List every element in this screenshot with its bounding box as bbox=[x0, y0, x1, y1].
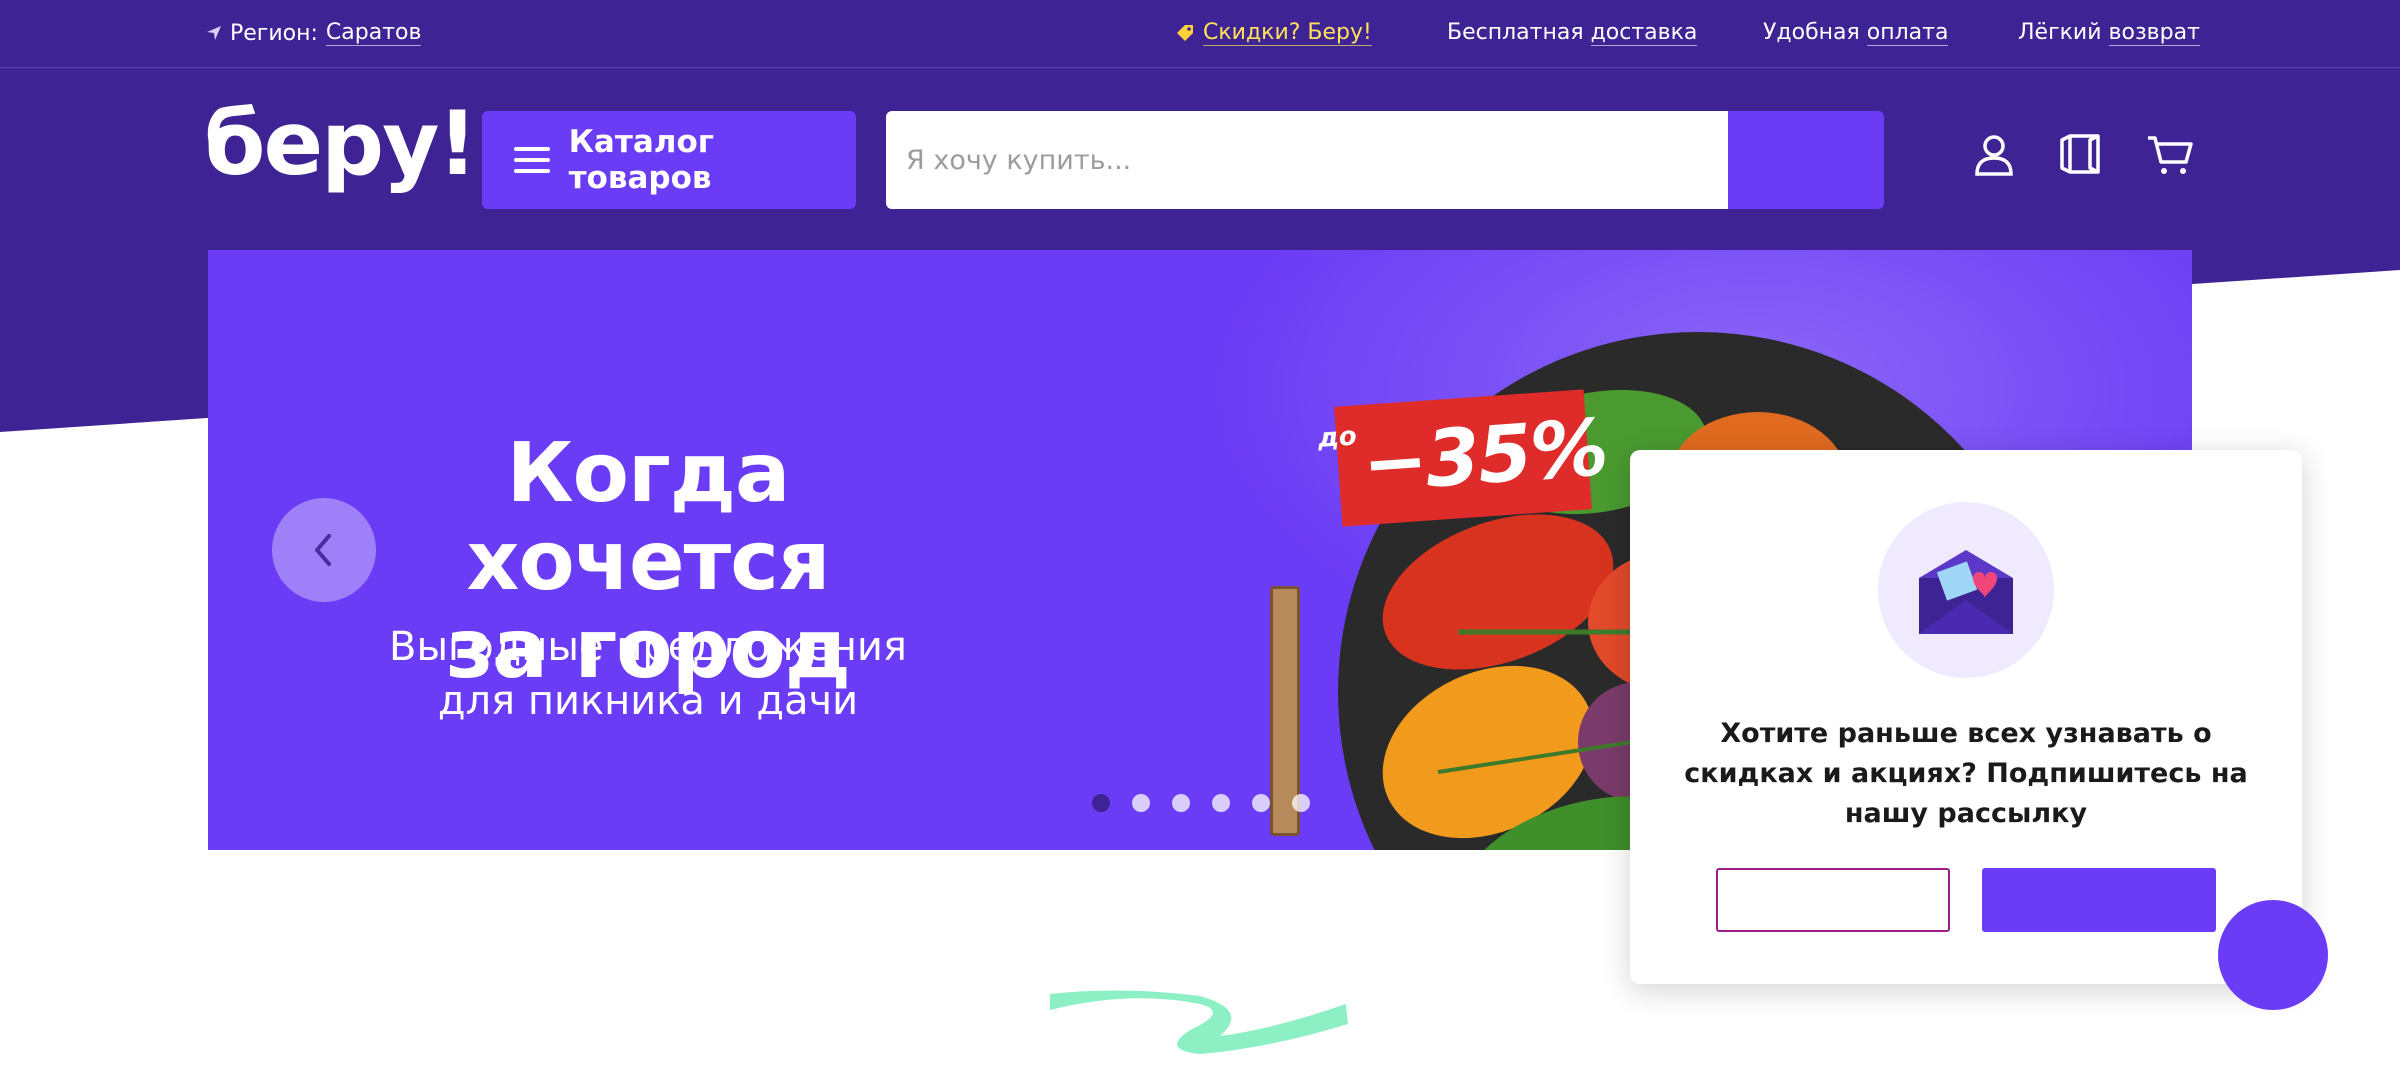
cart-icon[interactable] bbox=[2146, 130, 2194, 178]
banner-subtitle-line-2: для пикника и дачи bbox=[437, 678, 859, 724]
sale-sticker: до −35% bbox=[1317, 389, 1609, 527]
topbar: Регион: Саратов Скидки? Беру! Бесплатная… bbox=[0, 0, 2400, 67]
sale-value: −35% bbox=[1359, 403, 1610, 510]
banner-title-line-1: Когда хочется bbox=[466, 426, 831, 609]
free-delivery-label-a: Бесплатная bbox=[1447, 20, 1584, 45]
free-delivery-link[interactable]: Бесплатная доставка bbox=[1447, 20, 1698, 46]
tag-icon bbox=[1177, 25, 1193, 41]
mint-brush-decoration bbox=[1050, 990, 1348, 1054]
region-city[interactable]: Саратов bbox=[325, 20, 422, 46]
popup-decline-button[interactable] bbox=[1716, 868, 1950, 932]
banner-subtitle-line-1: Выгодные предложения bbox=[389, 624, 907, 670]
envelope-icon bbox=[1919, 550, 2013, 634]
banner-subtitle: Выгодные предложения для пикника и дачи bbox=[328, 620, 968, 728]
payment-label-a: Удобная bbox=[1763, 20, 1860, 45]
banner-dot[interactable] bbox=[1132, 794, 1150, 812]
payment-label-b: оплата bbox=[1866, 20, 1949, 46]
search-button[interactable] bbox=[1728, 111, 1884, 209]
menu-icon bbox=[514, 147, 550, 173]
popup-subscribe-button[interactable] bbox=[1982, 868, 2216, 932]
banner-dot[interactable] bbox=[1172, 794, 1190, 812]
banner-dot[interactable] bbox=[1252, 794, 1270, 812]
free-delivery-label-b: доставка bbox=[1590, 20, 1698, 46]
subscription-popup: Хотите раньше всех узнавать о скидках и … bbox=[1630, 450, 2302, 984]
topbar-divider bbox=[0, 67, 2400, 68]
user-icon[interactable] bbox=[1970, 130, 2018, 178]
sale-prefix: до bbox=[1316, 421, 1358, 455]
floating-action-button[interactable] bbox=[2218, 900, 2328, 1010]
popup-icon-circle bbox=[1878, 502, 2054, 678]
location-arrow-icon bbox=[207, 26, 221, 40]
banner-pagination bbox=[1092, 794, 1310, 812]
banner-prev-button[interactable] bbox=[272, 498, 376, 602]
return-label-b: возврат bbox=[2108, 20, 2200, 46]
catalog-button[interactable]: Каталог товаров bbox=[482, 111, 856, 209]
promo-link[interactable]: Скидки? Беру! bbox=[1175, 20, 1372, 46]
search-input[interactable] bbox=[886, 111, 1728, 209]
banner-dot[interactable] bbox=[1292, 794, 1310, 812]
catalog-button-label: Каталог товаров bbox=[568, 124, 714, 196]
payment-link[interactable]: Удобная оплата bbox=[1763, 20, 1949, 46]
return-link[interactable]: Лёгкий возврат bbox=[2018, 20, 2200, 46]
site-logo[interactable]: беру! bbox=[204, 100, 478, 188]
region-label: Регион: bbox=[230, 20, 318, 46]
return-label-a: Лёгкий bbox=[2018, 20, 2102, 45]
chevron-left-icon bbox=[315, 534, 331, 566]
banner-dot[interactable] bbox=[1212, 794, 1230, 812]
region-selector[interactable]: Регион: Саратов bbox=[206, 20, 422, 46]
orders-icon[interactable] bbox=[2056, 130, 2104, 178]
promo-link-label: Скидки? Беру! bbox=[1203, 20, 1372, 46]
banner-dot[interactable] bbox=[1092, 794, 1110, 812]
popup-message: Хотите раньше всех узнавать о скидках и … bbox=[1684, 718, 2248, 829]
